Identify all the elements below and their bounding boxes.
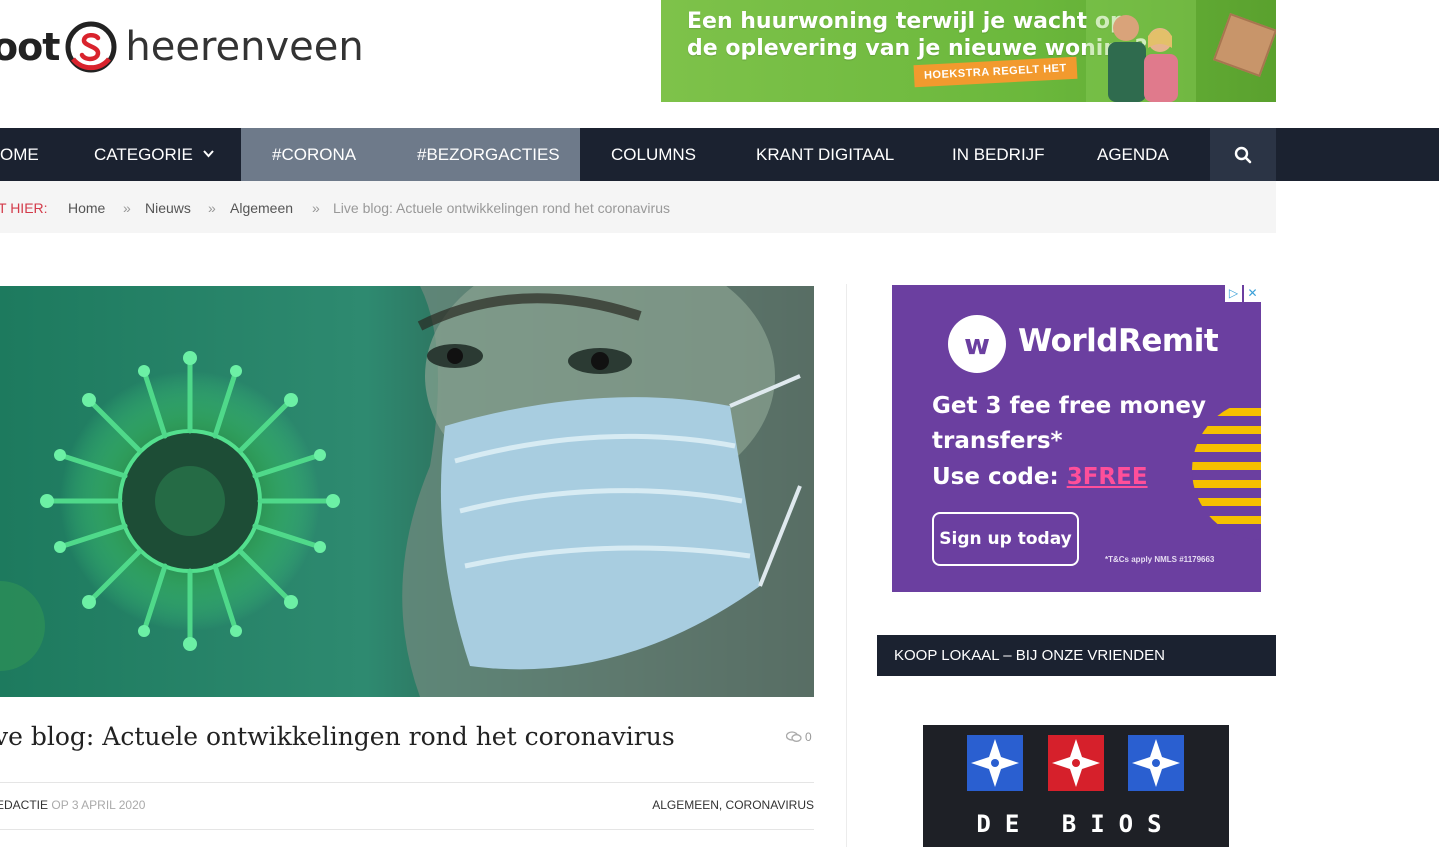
sidebar-ad-worldremit[interactable]: ▷ ✕ w WorldRemit Get 3 fee free money tr… xyxy=(892,285,1261,592)
logo-s-icon xyxy=(65,21,117,73)
ad-box-image xyxy=(1212,12,1276,78)
star-tile-icon xyxy=(1128,735,1184,791)
site-logo[interactable]: oot heerenveen xyxy=(0,12,364,82)
nav-item-columns[interactable]: COLUMNS xyxy=(611,128,696,181)
main-nav: OME CATEGORIE #CORONA #BEZORGACTIES COLU… xyxy=(0,128,1439,181)
close-icon[interactable]: ✕ xyxy=(1244,285,1261,302)
nav-label: KRANT DIGITAAL xyxy=(756,144,895,164)
breadcrumb-separator: » xyxy=(208,200,216,216)
ad-code: 3FREE xyxy=(1066,464,1148,490)
adchoices-icon[interactable]: ▷ xyxy=(1225,285,1242,302)
nav-item-categorie[interactable]: CATEGORIE xyxy=(94,128,214,181)
ad-choices[interactable]: ▷ ✕ xyxy=(1225,285,1261,302)
comment-count-link[interactable]: 0 xyxy=(786,730,812,744)
logo-text-right: heerenveen xyxy=(125,24,364,70)
search-icon xyxy=(1234,146,1252,163)
search-button[interactable] xyxy=(1210,128,1276,181)
de-bios-banner[interactable]: DE BIOS xyxy=(923,725,1229,847)
nav-item-krant-digitaal[interactable]: KRANT DIGITAAL xyxy=(756,128,894,181)
ad-headline-line1: Een huurwoning terwijl je wacht op xyxy=(687,9,1126,34)
chevron-down-icon xyxy=(203,149,214,161)
breadcrumb-algemeen[interactable]: Algemeen xyxy=(230,200,293,216)
article-featured-image xyxy=(0,286,814,697)
column-divider xyxy=(846,284,847,847)
breadcrumb-nieuws[interactable]: Nieuws xyxy=(145,200,191,216)
nav-label: AGENDA xyxy=(1097,144,1169,164)
article-categories[interactable]: ALGEMEEN, CORONAVIRUS xyxy=(652,798,814,812)
ad-headline-line2: de oplevering van je nieuwe woning? xyxy=(687,36,1148,61)
nav-label: COLUMNS xyxy=(611,144,697,164)
breadcrumb-label: T HIER: xyxy=(0,200,48,216)
top-banner-ad[interactable]: Een huurwoning terwijl je wacht op de op… xyxy=(661,0,1276,102)
star-tile-icon xyxy=(1048,735,1104,791)
sign-up-button[interactable]: Sign up today xyxy=(932,512,1079,566)
article-byline: EDACTIE OP 3 APRIL 2020 xyxy=(0,798,145,812)
comments-icon xyxy=(786,731,802,742)
nav-label: CATEGORIE xyxy=(94,144,193,164)
comment-count: 0 xyxy=(805,730,812,744)
article-author[interactable]: EDACTIE xyxy=(0,798,48,812)
logo-text-left: oot xyxy=(0,25,60,69)
ad-line1: Get 3 fee free money xyxy=(932,393,1206,419)
nav-item-in-bedrijf[interactable]: IN BEDRIJF xyxy=(952,128,1045,181)
nav-item-bezorgacties[interactable]: #BEZORGACTIES xyxy=(417,145,560,165)
nav-highlight-group: #CORONA #BEZORGACTIES xyxy=(241,128,580,181)
article-title[interactable]: ive blog: Actuele ontwikkelingen rond he… xyxy=(0,722,675,751)
ad-code-label: Use code: xyxy=(932,464,1067,490)
nav-item-corona[interactable]: #CORONA xyxy=(272,145,356,165)
ad-line3: Use code: 3FREE xyxy=(932,464,1148,490)
breadcrumb-current: Live blog: Actuele ontwikkelingen rond h… xyxy=(333,200,670,216)
de-bios-logo-text: DE BIOS xyxy=(976,810,1176,838)
widget-title: KOOP LOKAAL – BIJ ONZE VRIENDEN xyxy=(877,635,1276,676)
divider xyxy=(0,782,814,783)
breadcrumb-separator: » xyxy=(123,200,131,216)
worldremit-logo-icon: w xyxy=(948,315,1006,373)
striped-disc-graphic xyxy=(1192,400,1261,540)
nav-label: OME xyxy=(0,144,39,164)
ad-people-image xyxy=(1086,0,1196,102)
divider xyxy=(0,829,814,830)
nav-item-home[interactable]: OME xyxy=(0,128,39,181)
ad-terms: *T&Cs apply NMLS #1179663 xyxy=(1105,555,1215,564)
breadcrumb-separator: » xyxy=(312,200,320,216)
ad-brand-name: WorldRemit xyxy=(1018,323,1219,359)
ad-line2: transfers* xyxy=(932,428,1063,454)
breadcrumb-home[interactable]: Home xyxy=(68,200,105,216)
ad-tag: HOEKSTRA REGELT HET xyxy=(913,56,1078,88)
nav-item-agenda[interactable]: AGENDA xyxy=(1097,128,1169,181)
nav-label: IN BEDRIJF xyxy=(952,144,1045,164)
article-date: OP 3 APRIL 2020 xyxy=(51,798,146,812)
star-tile-icon xyxy=(967,735,1023,791)
